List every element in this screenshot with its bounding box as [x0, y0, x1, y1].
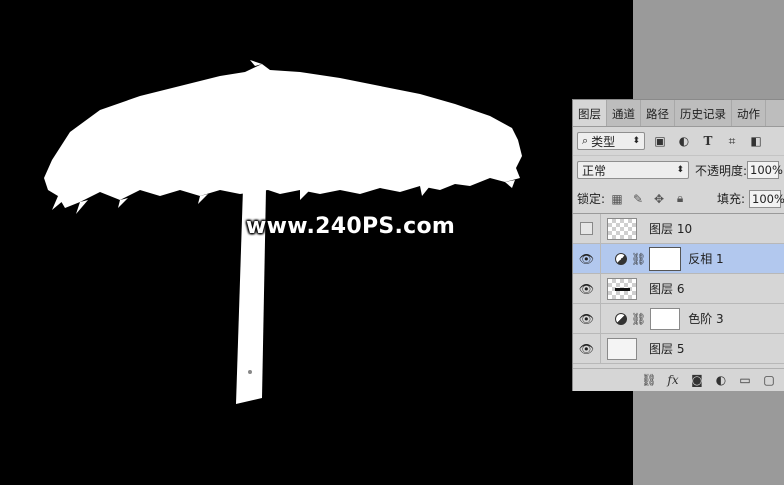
layer-row[interactable]: 👁︎ ⛓︎ 色阶 3: [573, 304, 784, 334]
lock-all-icon[interactable]: 🔒︎: [671, 190, 689, 208]
layers-list: 图层 10 👁︎ ⛓︎ 反相 1 👁︎ 图层 6 👁︎ ⛓︎ 色阶 3 👁︎ 图…: [573, 214, 784, 364]
layer-mask-thumbnail[interactable]: [649, 246, 682, 271]
layer-thumbnail: [607, 277, 637, 300]
hidden-box-icon: [580, 222, 593, 235]
tab-layers[interactable]: 图层: [573, 100, 607, 126]
adjust-filter-icon[interactable]: ◐: [675, 132, 693, 150]
new-layer-icon[interactable]: ▢: [759, 373, 779, 387]
lock-label: 锁定:: [577, 192, 606, 206]
blend-row: 正常 ⬍ 不透明度: 100%: [573, 156, 784, 184]
panel-tabs: 图层 通道 路径 历史记录 动作: [573, 100, 784, 127]
layer-mask-thumbnail[interactable]: [650, 307, 681, 330]
tab-channels[interactable]: 通道: [607, 100, 641, 126]
blend-mode-label: 正常: [582, 163, 607, 178]
lock-transparent-icon[interactable]: ▦: [608, 190, 626, 208]
image-filter-icon[interactable]: ▣: [651, 132, 669, 150]
levels-adjustment-icon: [615, 312, 627, 325]
eye-icon: 👁︎: [578, 311, 595, 326]
lock-move-icon[interactable]: ✥: [650, 190, 668, 208]
filter-row: ⌕ 类型 ⬍ ▣ ◐ T ⌗ ◧: [573, 127, 784, 156]
chain-link-icon[interactable]: ⛓︎: [631, 252, 646, 266]
visibility-toggle[interactable]: 👁︎: [573, 274, 601, 303]
lock-row: 锁定: ▦ ✎ ✥ 🔒︎ 填充: 100%: [573, 184, 784, 214]
watermark-text: www.240PS.com: [246, 214, 456, 239]
layer-name: 图层 10: [649, 222, 693, 236]
add-mask-icon[interactable]: ◙: [687, 373, 707, 387]
select-arrows-icon: ⬍: [632, 136, 640, 146]
link-layers-icon[interactable]: ⛓︎: [639, 373, 659, 387]
shape-filter-icon[interactable]: ⌗: [723, 132, 741, 150]
lock-brush-icon[interactable]: ✎: [629, 190, 647, 208]
eye-icon: 👁︎: [578, 251, 595, 266]
blend-mode-select[interactable]: 正常 ⬍: [577, 161, 689, 179]
layer-name: 图层 6: [649, 282, 685, 296]
visibility-toggle[interactable]: 👁︎: [573, 334, 601, 363]
eye-icon: 👁︎: [578, 341, 595, 356]
visibility-toggle[interactable]: 👁︎: [573, 244, 601, 273]
layer-thumbnail: [607, 337, 637, 360]
layer-name: 图层 5: [649, 342, 685, 356]
tab-actions[interactable]: 动作: [732, 100, 766, 126]
smart-filter-icon[interactable]: ◧: [747, 132, 765, 150]
fx-icon[interactable]: fx: [663, 373, 683, 387]
umbrella-silhouette: [44, 60, 522, 404]
adjustment-layer-icon[interactable]: ◐: [711, 373, 731, 387]
layer-name: 反相 1: [688, 252, 724, 266]
document-canvas[interactable]: www.240PS.com: [0, 0, 633, 485]
filter-type-label: 类型: [591, 134, 616, 149]
tab-history[interactable]: 历史记录: [675, 100, 732, 126]
panel-bottom-bar: ⛓︎ fx ◙ ◐ ▭ ▢: [573, 368, 784, 391]
text-filter-icon[interactable]: T: [699, 132, 717, 150]
layer-name: 色阶 3: [688, 312, 724, 326]
opacity-label: 不透明度:: [695, 163, 748, 178]
layer-thumbnail: [607, 217, 637, 240]
chain-link-icon[interactable]: ⛓︎: [631, 312, 646, 326]
visibility-toggle[interactable]: 👁︎: [573, 304, 601, 333]
layer-row[interactable]: 图层 10: [573, 214, 784, 244]
fill-label: 填充:: [716, 192, 745, 206]
group-folder-icon[interactable]: ▭: [735, 373, 755, 387]
layer-row[interactable]: 👁︎ 图层 5: [573, 334, 784, 364]
eye-icon: 👁︎: [578, 281, 595, 296]
select-arrows-icon: ⬍: [676, 165, 684, 175]
tab-paths[interactable]: 路径: [641, 100, 675, 126]
filter-type-select[interactable]: ⌕ 类型 ⬍: [577, 132, 645, 150]
layer-row[interactable]: 👁︎ 图层 6: [573, 274, 784, 304]
opacity-input[interactable]: 100%: [747, 161, 783, 179]
layer-row[interactable]: 👁︎ ⛓︎ 反相 1: [573, 244, 784, 274]
visibility-toggle[interactable]: [573, 214, 601, 243]
search-icon: ⌕: [582, 134, 589, 147]
fill-input[interactable]: 100%: [749, 189, 784, 208]
invert-adjustment-icon: [615, 252, 627, 265]
layers-panel: 图层 通道 路径 历史记录 动作 ⌕ 类型 ⬍ ▣ ◐ T ⌗ ◧ 正常 ⬍ 不…: [572, 99, 784, 391]
